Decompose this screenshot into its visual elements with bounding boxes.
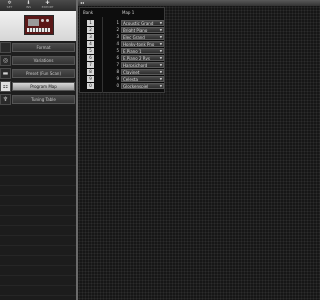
table-header: Bank Map 1 <box>80 8 164 17</box>
program-name: E.Piano 2 Rvs <box>123 56 150 61</box>
format-icon <box>0 42 11 53</box>
table-row: 3 3 Elec Grand ▼ <box>80 34 166 41</box>
bank-slot-field[interactable]: 6 <box>87 55 94 61</box>
main-panel: ◂◂ Bank Map 1 1 1 Acoustic Grand ▼ 2 2 Br… <box>78 0 320 300</box>
thumbnail-knob <box>41 19 44 22</box>
table-row: 5 5 E.Piano 1 ▼ <box>80 48 166 55</box>
toolbar: ✲ SET ⬇ INS ✚ EXPORT <box>0 0 76 11</box>
program-number: 4 <box>116 41 119 46</box>
chevron-down-icon: ▼ <box>159 70 162 74</box>
sidebar-item-preset[interactable]: ▬ Preset (Fun Scan) <box>0 68 76 79</box>
bank-slot-field[interactable]: 2 <box>87 27 94 33</box>
chevron-down-icon: ▼ <box>159 63 162 67</box>
chevron-down-icon: ▼ <box>159 28 162 32</box>
table-row: 4 4 Honky-tonk Pno ▼ <box>80 41 166 48</box>
tool-export-button[interactable]: ✚ EXPORT <box>38 0 57 11</box>
program-select[interactable]: Clavinet ▼ <box>121 69 164 75</box>
program-select[interactable]: Glockenspiel ▼ <box>121 83 164 89</box>
program-map-table: Bank Map 1 1 1 Acoustic Grand ▼ 2 2 Brigh… <box>79 7 165 93</box>
program-name: Honky-tonk Pno <box>123 42 155 47</box>
bank-slot-field[interactable]: 8 <box>87 69 94 75</box>
sidebar-item-variations[interactable]: ◎ Variations <box>0 55 76 66</box>
bank-slot-field[interactable]: 4 <box>87 41 94 47</box>
program-select[interactable]: E.Piano 2 Rvs ▼ <box>121 55 164 61</box>
sidebar-item-tuning-table[interactable]: ♆ Tuning Table <box>0 94 76 105</box>
tool-set-button[interactable]: ✲ SET <box>0 0 19 11</box>
sidebar-item-label: Tuning Table <box>12 95 75 104</box>
tuning-icon: ♆ <box>0 94 11 105</box>
chevron-down-icon: ▼ <box>159 35 162 39</box>
program-name: Clavinet <box>123 70 140 75</box>
bank-slot-field[interactable]: 3 <box>87 34 94 40</box>
program-name: Glockenspiel <box>123 84 149 89</box>
program-name: Bright Piano <box>123 28 148 33</box>
map-column-header: Map 1 <box>122 10 135 15</box>
instrument-thumbnail <box>24 15 54 35</box>
table-row: 0 0 Glockenspiel ▼ <box>80 83 166 90</box>
table-row: 6 6 E.Piano 2 Rvs ▼ <box>80 55 166 62</box>
program-name: Elec Grand <box>123 35 145 40</box>
program-number: 1 <box>116 20 119 25</box>
program-number: 5 <box>116 48 119 53</box>
sidebar-menu: Format ◎ Variations ▬ Preset (Fun Scan) … <box>0 42 76 107</box>
sidebar-item-label: Format <box>12 43 75 52</box>
tool-set-label: SET <box>6 5 13 9</box>
program-select[interactable]: Honky-tonk Pno ▼ <box>121 41 164 47</box>
program-name: Harpsichord <box>123 63 148 68</box>
sidebar-item-program-map[interactable]: ⚏ Program Map <box>0 81 76 92</box>
main-header-strip: ◂◂ <box>78 0 320 6</box>
program-select[interactable]: Elec Grand ▼ <box>121 34 164 40</box>
program-select[interactable]: Acoustic Grand ▼ <box>121 20 164 26</box>
chevron-down-icon: ▼ <box>159 21 162 25</box>
bank-slot-field[interactable]: 7 <box>87 62 94 68</box>
program-select[interactable]: Harpsichord ▼ <box>121 62 164 68</box>
collapse-icon[interactable]: ◂◂ <box>80 0 84 6</box>
bank-column-header: Bank <box>83 10 94 15</box>
program-select[interactable]: Celesta ▼ <box>121 76 164 82</box>
chevron-down-icon: ▼ <box>159 77 162 81</box>
program-number: 2 <box>116 27 119 32</box>
bank-slot-field[interactable]: 0 <box>87 83 94 89</box>
table-row: 9 9 Celesta ▼ <box>80 76 166 83</box>
bank-slot-field[interactable]: 9 <box>87 76 94 82</box>
program-name: E.Piano 1 <box>123 49 142 54</box>
thumbnail-keyboard <box>27 28 50 32</box>
program-select[interactable]: Bright Piano ▼ <box>121 27 164 33</box>
table-row: 2 2 Bright Piano ▼ <box>80 27 166 34</box>
table-row: 8 8 Clavinet ▼ <box>80 69 166 76</box>
bank-slot-field[interactable]: 5 <box>87 48 94 54</box>
program-number: 8 <box>116 69 119 74</box>
bank-slot-field[interactable]: 1 <box>87 20 94 26</box>
tool-export-label: EXPORT <box>41 5 54 9</box>
program-map-icon: ⚏ <box>0 81 11 92</box>
thumbnail-knob <box>46 19 49 22</box>
program-name: Celesta <box>123 77 138 82</box>
program-number: 7 <box>116 62 119 67</box>
table-row: 7 7 Harpsichord ▼ <box>80 62 166 69</box>
chevron-down-icon: ▼ <box>159 42 162 46</box>
left-panel: ✲ SET ⬇ INS ✚ EXPORT Format ◎ Variations <box>0 0 76 300</box>
program-name: Acoustic Grand <box>123 21 154 26</box>
chevron-down-icon: ▼ <box>159 56 162 60</box>
sidebar-item-format[interactable]: Format <box>0 42 76 53</box>
instrument-thumbnail-area <box>0 11 76 41</box>
preset-icon: ▬ <box>0 68 11 79</box>
table-row: 1 1 Acoustic Grand ▼ <box>80 20 166 27</box>
sidebar-item-label: Variations <box>12 56 75 65</box>
program-number: 9 <box>116 76 119 81</box>
program-select[interactable]: E.Piano 1 ▼ <box>121 48 164 54</box>
program-number: 6 <box>116 55 119 60</box>
chevron-down-icon: ▼ <box>159 84 162 88</box>
sidebar-item-label: Preset (Fun Scan) <box>12 69 75 78</box>
chevron-down-icon: ▼ <box>159 49 162 53</box>
variations-icon: ◎ <box>0 55 11 66</box>
tool-blank <box>57 0 76 11</box>
tool-ins-button[interactable]: ⬇ INS <box>19 0 38 11</box>
tool-ins-label: INS <box>25 5 32 9</box>
program-number: 3 <box>116 34 119 39</box>
program-number: 0 <box>116 83 119 88</box>
sidebar-item-label: Program Map <box>12 82 75 91</box>
sidebar-empty-area <box>0 106 76 300</box>
thumbnail-screen <box>28 19 39 26</box>
